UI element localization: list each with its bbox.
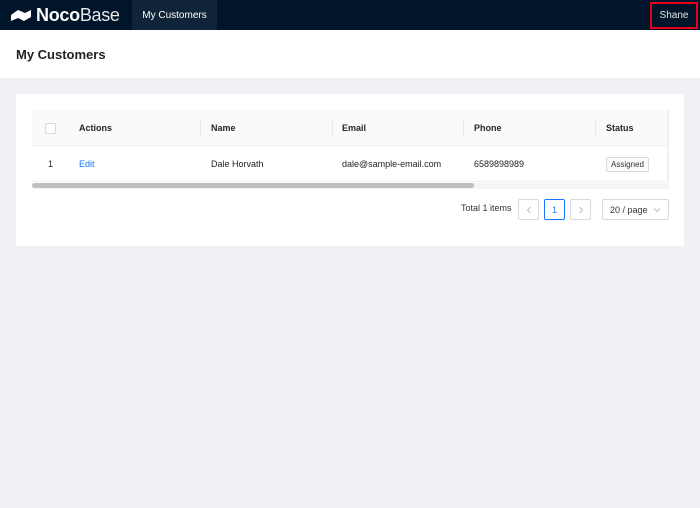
column-divider[interactable]: [463, 120, 464, 136]
brand-name: Noco Base: [36, 5, 120, 26]
tab-my-customers[interactable]: My Customers: [132, 0, 217, 30]
horizontal-scrollbar-thumb[interactable]: [32, 183, 474, 188]
cell-status: Assigned: [606, 146, 649, 182]
chevron-right-icon: [578, 206, 583, 213]
status-badge: Assigned: [606, 156, 649, 172]
column-header-actions: Actions: [79, 123, 113, 133]
table-header-row: Actions Name Email Phone Status: [32, 110, 669, 146]
edit-link[interactable]: Edit: [79, 146, 95, 182]
chevron-down-icon: [653, 208, 661, 213]
user-menu-button[interactable]: Shane: [650, 2, 698, 29]
cell-phone: 6589898989: [474, 159, 525, 169]
column-header-status[interactable]: Status: [606, 110, 634, 146]
table-fixed-edge: [667, 110, 669, 182]
top-navbar: Noco Base My Customers Shane: [0, 0, 700, 30]
page-1-button[interactable]: 1: [544, 199, 565, 220]
prev-page-button[interactable]: [518, 199, 539, 220]
brand-light: Base: [79, 4, 120, 25]
select-all-checkbox[interactable]: [45, 122, 56, 134]
select-all-cell: [45, 110, 56, 146]
cell-email: dale@sample-email.com: [342, 159, 442, 169]
next-page-button[interactable]: [570, 199, 591, 220]
cell-name: Dale Horvath: [211, 159, 264, 169]
customers-table: Actions Name Email Phone Status 1 Edit D…: [32, 110, 669, 182]
pagination-total: Total 1 items: [461, 203, 512, 213]
column-header-phone[interactable]: Phone: [474, 110, 502, 146]
column-divider[interactable]: [595, 120, 596, 136]
chevron-left-icon: [526, 206, 531, 213]
nocobase-logo[interactable]: Noco Base: [10, 5, 120, 25]
page-size-select[interactable]: 20 / page: [602, 199, 669, 220]
user-name: Shane: [659, 10, 689, 21]
column-header-name[interactable]: Name: [211, 110, 236, 146]
page-size-value: 20 / page: [610, 204, 648, 215]
brand-bold: Noco: [36, 4, 80, 25]
page-number: 1: [551, 204, 557, 215]
nocobase-logo-icon: [11, 10, 31, 21]
edit-link-label[interactable]: Edit: [79, 159, 95, 169]
column-divider[interactable]: [332, 120, 333, 136]
column-divider[interactable]: [200, 120, 201, 136]
row-index: 1: [48, 159, 54, 169]
column-header-email[interactable]: Email: [342, 110, 366, 146]
page-title: My Customers: [16, 47, 106, 62]
table-row: 1 Edit Dale Horvath dale@sample-email.co…: [32, 146, 669, 182]
tab-label: My Customers: [142, 9, 207, 21]
